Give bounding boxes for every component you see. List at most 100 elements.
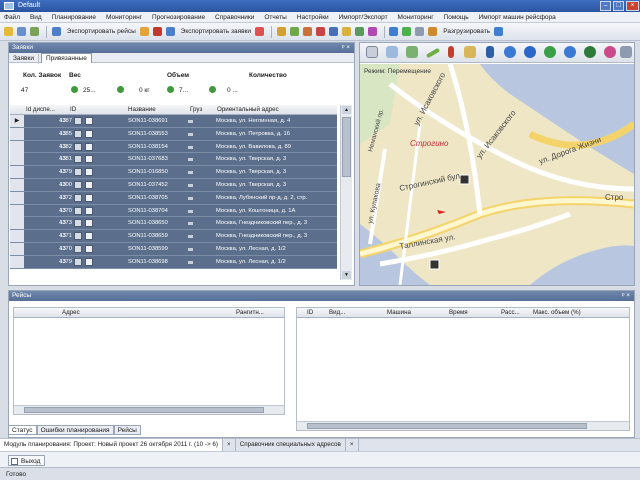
route-map-icon[interactable] xyxy=(604,46,616,58)
pan-hand-icon[interactable] xyxy=(366,46,378,58)
volume-sub-icon[interactable] xyxy=(209,86,216,93)
layers-icon[interactable] xyxy=(464,46,476,58)
settings-icon[interactable] xyxy=(415,27,425,36)
delete-icon[interactable] xyxy=(254,27,264,36)
menu-monitoring[interactable]: Мониторинг xyxy=(102,12,146,23)
order-edit-icon[interactable] xyxy=(85,232,93,241)
row-indicator[interactable] xyxy=(10,204,24,217)
table-row[interactable]: 13 4370 SON11-038704 Москва, ул. Коштоница,… xyxy=(10,204,337,218)
col-id[interactable]: ID xyxy=(70,105,76,115)
table-row[interactable]: 13 4385 SON11-038553 Москва, ул. Петровка, … xyxy=(10,127,337,141)
maximize-icon[interactable]: □ xyxy=(613,1,624,11)
row-indicator[interactable] xyxy=(10,140,24,153)
menu-help[interactable]: Помощь xyxy=(440,12,473,23)
row-indicator[interactable]: ▶ xyxy=(10,115,24,127)
home-icon[interactable] xyxy=(524,46,536,58)
chart-icon[interactable] xyxy=(367,27,377,36)
table-row[interactable]: 13 4379 SON11-016850 Москва, ул. Тверская, … xyxy=(10,166,337,179)
route-stops-hscroll[interactable] xyxy=(14,405,284,414)
zoom-out-icon[interactable] xyxy=(406,46,418,58)
col-route-id[interactable]: ID xyxy=(307,308,313,318)
info-map-icon[interactable] xyxy=(504,46,516,58)
table-row[interactable]: 13 4381 SON11-037683 Москва, ул. Тверская, … xyxy=(10,153,337,167)
alert-icon[interactable] xyxy=(315,27,325,36)
table-row[interactable]: ▶ 13 4387 SON11-038691 Москва, ул. Неглинная… xyxy=(10,115,337,128)
weight-sub-icon[interactable] xyxy=(117,86,124,93)
table-row[interactable]: 13 4379 SON11-038698 Москва, ул. Лесная, д.… xyxy=(10,255,337,269)
tab-routes[interactable]: Рейсы xyxy=(113,425,141,435)
tools-icon[interactable] xyxy=(620,46,632,58)
grid-icon[interactable] xyxy=(328,27,338,36)
row-indicator[interactable] xyxy=(10,127,24,140)
col-route-max-volume[interactable]: Макс. объем (%) xyxy=(533,308,581,318)
order-type-icon[interactable] xyxy=(74,206,82,215)
truck-icon[interactable] xyxy=(302,27,312,36)
order-type-icon[interactable] xyxy=(74,142,82,151)
export-routes-button[interactable]: Экспортировать рейсы xyxy=(65,26,138,38)
scroll-thumb[interactable] xyxy=(342,117,351,177)
minimize-icon[interactable]: – xyxy=(600,1,611,11)
refresh-icon[interactable] xyxy=(139,27,149,36)
location-icon[interactable] xyxy=(402,27,412,36)
order-type-icon[interactable] xyxy=(74,168,82,177)
close-icon[interactable]: × xyxy=(626,1,639,11)
menu-view[interactable]: Вид xyxy=(26,12,46,23)
col-name[interactable]: Название xyxy=(128,105,156,115)
save-icon[interactable] xyxy=(29,27,39,36)
order-type-icon[interactable] xyxy=(74,180,82,189)
order-type-icon[interactable] xyxy=(74,257,82,266)
table-row[interactable]: 13 4371 SON11-038659 Москва, Гнездниковский… xyxy=(10,230,337,243)
star-icon[interactable] xyxy=(341,27,351,36)
table-row[interactable]: 13 4382 SON11-038154 Москва, ул. Вавилова, … xyxy=(10,140,337,154)
order-edit-icon[interactable] xyxy=(85,117,93,125)
check-icon[interactable] xyxy=(354,27,364,36)
doc-tab-planning[interactable]: Модуль планирования: Проект: Новый проек… xyxy=(0,439,223,451)
table-row[interactable]: 13 4370 SON11-038599 Москва, ул. Лесная, д.… xyxy=(10,242,337,256)
col-route-type[interactable]: Вид... xyxy=(329,308,345,318)
col-stop-address[interactable]: Адрес xyxy=(62,308,80,318)
order-edit-icon[interactable] xyxy=(85,219,93,228)
order-edit-icon[interactable] xyxy=(85,180,93,189)
menu-import-export[interactable]: Импорт/Экспорт xyxy=(335,12,392,23)
menu-import-vehicles[interactable]: Импорт машин рейсфора xyxy=(475,12,560,23)
doc-tab-close-icon[interactable]: × xyxy=(223,439,236,451)
col-disp-id[interactable]: Id диспе... xyxy=(26,105,55,115)
back-icon[interactable] xyxy=(544,46,556,58)
routes-pin-icon[interactable]: ᵖ × xyxy=(622,291,630,301)
col-route-time[interactable]: Время xyxy=(449,308,468,318)
menu-forecasting[interactable]: Прогнозирование xyxy=(148,12,209,23)
order-edit-icon[interactable] xyxy=(85,257,93,266)
order-type-icon[interactable] xyxy=(74,193,82,202)
order-type-icon[interactable] xyxy=(74,244,82,253)
row-indicator[interactable] xyxy=(10,217,24,230)
order-type-icon[interactable] xyxy=(74,155,82,164)
menu-references[interactable]: Справочники xyxy=(211,12,258,23)
pin-tool-icon[interactable] xyxy=(486,46,494,58)
table-row[interactable]: 13 4300 SON11-037452 Москва, ул. Тверская, … xyxy=(10,178,337,192)
unload-button[interactable]: Разгрузировать xyxy=(441,26,492,38)
col-cargo[interactable]: Груз xyxy=(190,105,202,115)
table-row[interactable]: 13 4372 SON11-038705 Москва, Лубянский пр-д… xyxy=(10,191,337,205)
row-indicator[interactable] xyxy=(10,242,24,255)
route-icon[interactable] xyxy=(389,27,399,36)
open-icon[interactable] xyxy=(16,27,26,36)
tab-status[interactable]: Статус xyxy=(8,425,37,435)
col-address[interactable]: Ориентальный адрес xyxy=(217,105,279,115)
new-icon[interactable] xyxy=(4,27,13,36)
scroll-down-icon[interactable]: ▼ xyxy=(342,271,351,279)
scroll-up-icon[interactable]: ▲ xyxy=(342,106,351,114)
forward-icon[interactable] xyxy=(564,46,576,58)
row-indicator[interactable] xyxy=(10,166,24,179)
menu-file[interactable]: Файл xyxy=(0,12,24,23)
col-stop-rank[interactable]: Рангитн... xyxy=(236,308,264,318)
order-type-icon[interactable] xyxy=(74,219,82,228)
export-orders-button[interactable]: Экспортировать заявки xyxy=(179,26,253,38)
order-edit-icon[interactable] xyxy=(85,142,93,151)
order-edit-icon[interactable] xyxy=(85,193,93,202)
row-indicator[interactable] xyxy=(10,153,24,166)
table-row[interactable]: 13 4373 SON11-038650 Москва, Гнездниковский… xyxy=(10,217,337,231)
folder-icon[interactable] xyxy=(276,27,286,36)
row-indicator[interactable] xyxy=(10,230,24,243)
menu-planning[interactable]: Планирование xyxy=(48,12,100,23)
order-edit-icon[interactable] xyxy=(85,244,93,253)
